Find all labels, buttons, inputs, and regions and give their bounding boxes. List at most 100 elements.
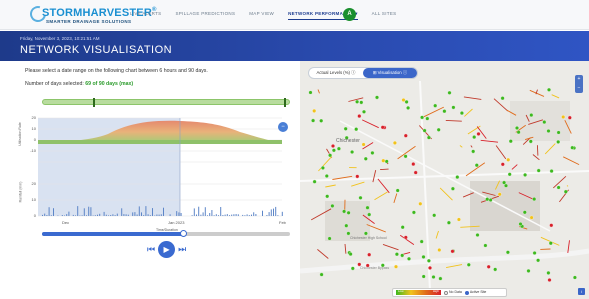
site-marker[interactable] — [561, 115, 566, 119]
site-marker[interactable] — [331, 148, 336, 153]
site-marker[interactable] — [437, 248, 442, 252]
site-marker[interactable] — [432, 213, 437, 218]
site-marker[interactable] — [549, 223, 554, 228]
map-zoom-control[interactable]: + − — [575, 75, 583, 93]
site-marker[interactable] — [343, 126, 348, 131]
site-marker[interactable] — [413, 170, 418, 175]
site-marker[interactable] — [546, 129, 551, 133]
site-marker[interactable] — [547, 87, 551, 92]
site-marker[interactable] — [436, 127, 441, 132]
stormharvester-logo[interactable]: STORMHARVESTER® SMARTER DRAINAGE SOLUTIO… — [27, 3, 156, 26]
site-marker[interactable] — [428, 265, 432, 270]
site-marker[interactable] — [572, 275, 577, 280]
site-marker[interactable] — [532, 251, 537, 255]
site-marker[interactable] — [367, 252, 372, 257]
site-marker[interactable] — [411, 210, 416, 215]
site-marker[interactable] — [357, 114, 362, 119]
site-marker[interactable] — [523, 172, 528, 177]
site-marker[interactable] — [546, 270, 551, 275]
site-marker[interactable] — [403, 235, 408, 240]
site-marker[interactable] — [455, 175, 460, 180]
network-map[interactable]: Chichester Chichester High School Chiche… — [300, 61, 589, 299]
play-icon[interactable]: ▶ — [158, 241, 176, 258]
site-marker[interactable] — [433, 103, 438, 108]
site-marker[interactable] — [311, 118, 316, 123]
site-marker[interactable] — [472, 135, 477, 140]
skip-forward-icon[interactable]: ⏭ — [178, 245, 186, 254]
site-marker[interactable] — [532, 197, 537, 202]
site-marker[interactable] — [407, 256, 411, 261]
site-marker[interactable] — [380, 125, 385, 130]
site-marker[interactable] — [450, 249, 455, 254]
nav-all-sites[interactable]: ALL SITES — [372, 11, 397, 20]
site-marker[interactable] — [325, 194, 330, 199]
site-marker[interactable] — [363, 156, 368, 161]
site-marker[interactable] — [348, 252, 353, 257]
site-marker[interactable] — [381, 158, 386, 163]
site-marker[interactable] — [344, 223, 349, 228]
nav-spillage-predictions[interactable]: SPILLAGE PREDICTIONS — [175, 11, 235, 20]
site-marker[interactable] — [529, 113, 534, 118]
nav-map-view[interactable]: MAP VIEW — [249, 11, 274, 20]
site-marker[interactable] — [425, 116, 430, 121]
site-marker[interactable] — [526, 268, 531, 273]
site-marker[interactable] — [529, 215, 534, 220]
site-marker[interactable] — [528, 139, 533, 144]
site-marker[interactable] — [485, 197, 490, 202]
site-marker[interactable] — [384, 159, 389, 164]
site-marker[interactable] — [308, 90, 313, 95]
site-marker[interactable] — [493, 267, 498, 272]
zoom-out-icon[interactable]: − — [575, 84, 583, 93]
site-marker[interactable] — [319, 272, 324, 277]
site-marker[interactable] — [375, 95, 379, 100]
site-marker[interactable] — [421, 274, 426, 279]
site-marker[interactable] — [500, 96, 505, 101]
site-marker[interactable] — [547, 278, 552, 282]
site-marker[interactable] — [426, 258, 431, 263]
site-marker[interactable] — [570, 145, 575, 150]
playback-track[interactable] — [42, 230, 290, 237]
site-marker[interactable] — [403, 133, 408, 138]
site-marker[interactable] — [442, 109, 447, 114]
site-marker[interactable] — [508, 139, 513, 144]
site-marker[interactable] — [431, 275, 436, 279]
site-marker[interactable] — [330, 203, 335, 208]
site-marker[interactable] — [342, 209, 347, 214]
site-marker[interactable] — [312, 108, 317, 113]
visualisation-tab[interactable]: ⊞ Visualisation ⓘ — [363, 68, 417, 78]
site-marker[interactable] — [324, 174, 329, 178]
date-range-slider[interactable] — [42, 98, 290, 107]
site-marker[interactable] — [365, 205, 370, 210]
site-marker[interactable] — [358, 195, 363, 200]
site-marker[interactable] — [359, 100, 364, 105]
site-marker[interactable] — [522, 210, 527, 215]
site-marker[interactable] — [350, 266, 355, 271]
site-marker[interactable] — [556, 139, 561, 144]
site-marker[interactable] — [331, 144, 335, 148]
site-marker[interactable] — [446, 220, 451, 225]
site-marker[interactable] — [516, 130, 521, 135]
zoom-out-icon[interactable]: − — [278, 122, 288, 132]
site-marker[interactable] — [370, 150, 375, 155]
site-marker[interactable] — [474, 163, 479, 168]
site-marker[interactable] — [505, 250, 510, 255]
site-marker[interactable] — [354, 127, 359, 132]
site-marker[interactable] — [419, 239, 424, 244]
site-marker[interactable] — [392, 140, 397, 145]
site-marker[interactable] — [497, 192, 502, 197]
actual-levels-tab[interactable]: Actual Levels (%) ⓘ — [309, 68, 363, 78]
site-marker[interactable] — [403, 154, 408, 159]
site-marker[interactable] — [548, 241, 553, 246]
site-marker[interactable] — [394, 264, 398, 269]
site-marker[interactable] — [346, 231, 351, 236]
site-marker[interactable] — [549, 169, 554, 174]
site-marker[interactable] — [447, 90, 452, 95]
site-marker[interactable] — [486, 264, 491, 269]
site-marker[interactable] — [504, 183, 508, 188]
site-marker[interactable] — [556, 185, 561, 190]
site-marker[interactable] — [346, 210, 351, 215]
site-marker[interactable] — [394, 252, 399, 257]
site-marker[interactable] — [563, 189, 568, 194]
site-marker[interactable] — [420, 115, 425, 120]
site-marker[interactable] — [312, 179, 317, 184]
